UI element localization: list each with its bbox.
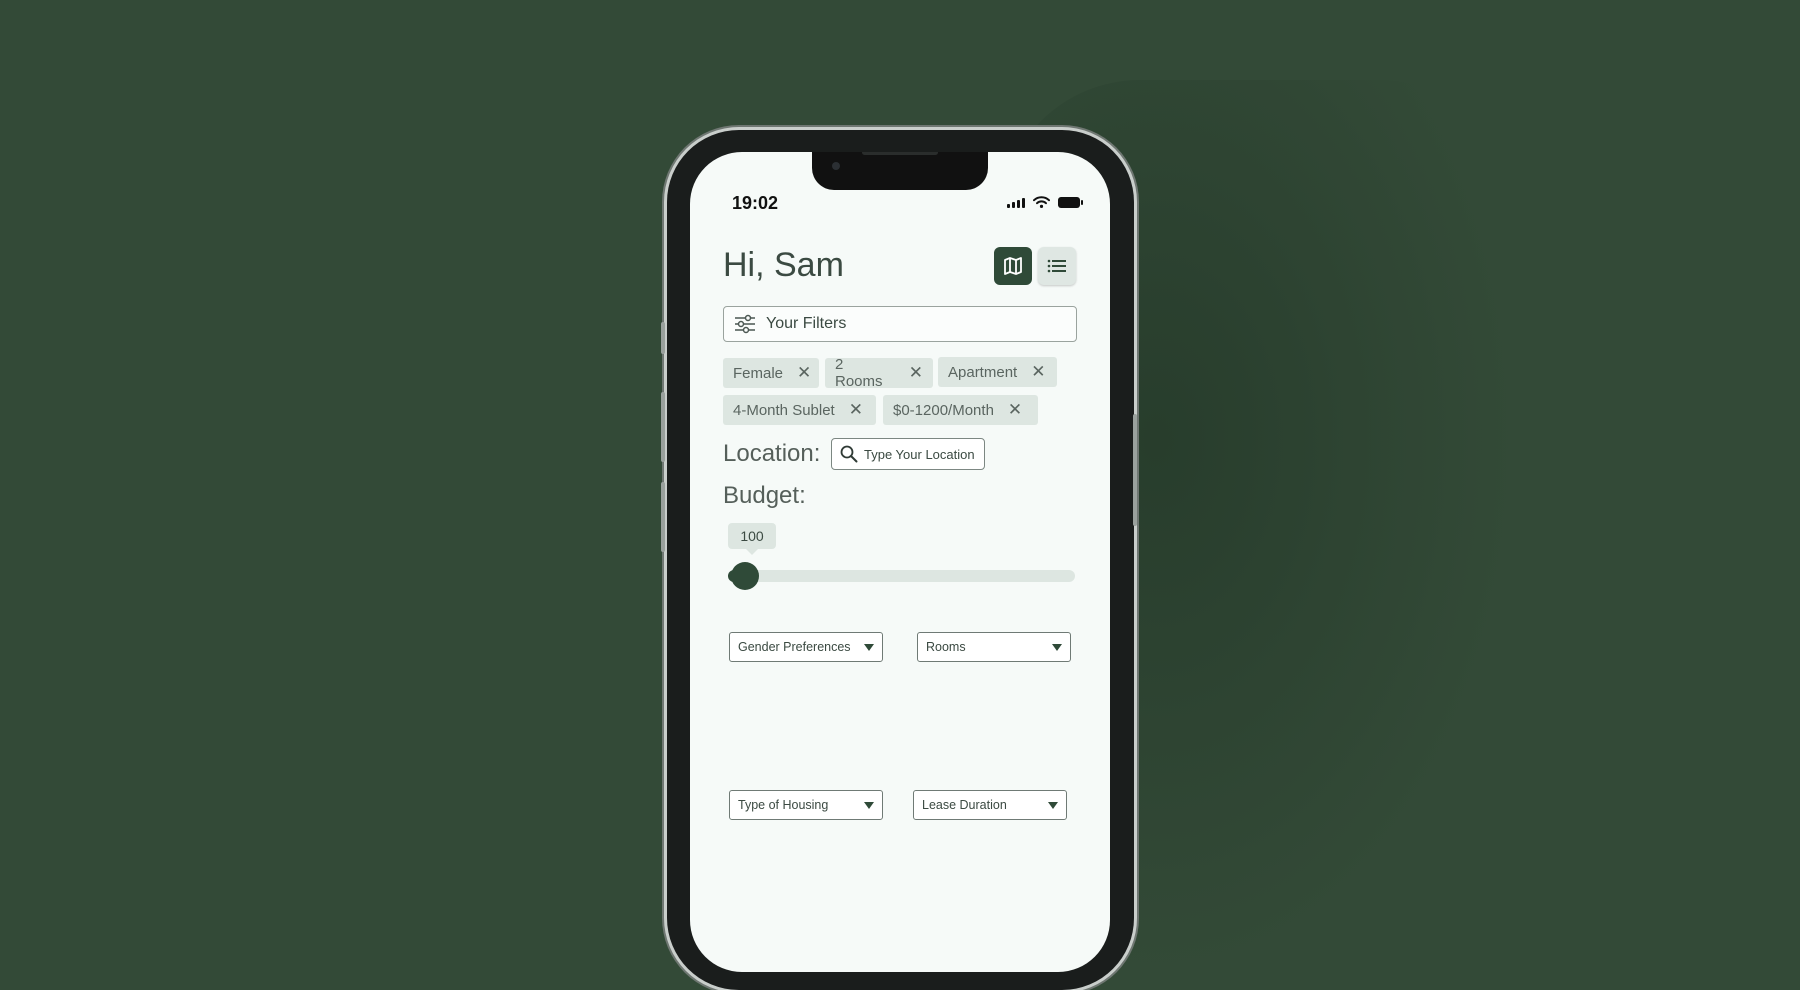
- filter-chip-female: Female ✕: [723, 358, 819, 388]
- chip-label: Apartment: [948, 363, 1018, 381]
- side-button-silent: [661, 322, 665, 354]
- chip-label: 2 Rooms: [835, 356, 883, 390]
- dropdown-label: Type of Housing: [738, 798, 829, 812]
- phone-screen: 19:02 Hi, Sam Your Filters Female ✕ 2 Ro…: [690, 152, 1110, 972]
- filter-chip-rooms: 2 Rooms ✕: [825, 356, 933, 390]
- map-view-button[interactable]: [994, 247, 1032, 285]
- greeting-title: Hi, Sam: [723, 246, 844, 284]
- gender-preferences-dropdown[interactable]: Gender Preferences: [729, 632, 883, 662]
- side-button-power: [1133, 414, 1137, 526]
- list-view-button[interactable]: [1038, 247, 1076, 285]
- location-label: Location:: [723, 440, 821, 467]
- dropdown-label: Gender Preferences: [738, 640, 851, 654]
- battery-icon: [1058, 197, 1083, 208]
- caret-down-icon: [864, 801, 874, 809]
- list-icon: [1047, 259, 1066, 273]
- dropdown-label: Lease Duration: [922, 798, 1007, 812]
- status-time: 19:02: [732, 193, 779, 213]
- side-button-volume-down: [661, 482, 665, 552]
- caret-down-icon: [864, 643, 874, 651]
- wifi-icon: [1033, 196, 1050, 208]
- close-icon[interactable]: ✕: [1031, 362, 1045, 382]
- chip-label: $0-1200/Month: [893, 401, 994, 419]
- chip-label: 4-Month Sublet: [733, 401, 835, 419]
- budget-slider-track[interactable]: [728, 570, 1075, 582]
- lease-duration-dropdown[interactable]: Lease Duration: [913, 790, 1067, 820]
- search-icon: [840, 445, 858, 463]
- speaker: [862, 152, 938, 155]
- rooms-dropdown[interactable]: Rooms: [917, 632, 1071, 662]
- filter-chip-apartment: Apartment ✕: [938, 357, 1057, 387]
- sliders-icon: [734, 314, 756, 334]
- chip-label: Female: [733, 364, 784, 382]
- status-icons: [1007, 196, 1083, 208]
- budget-value-tooltip: 100: [728, 523, 776, 555]
- location-search-field[interactable]: [831, 438, 985, 470]
- type-of-housing-dropdown[interactable]: Type of Housing: [729, 790, 883, 820]
- budget-slider-thumb[interactable]: [731, 562, 759, 590]
- your-filters-label: Your Filters: [766, 315, 847, 332]
- close-icon[interactable]: ✕: [909, 363, 923, 383]
- map-icon: [1004, 257, 1022, 275]
- caret-down-icon: [1048, 801, 1058, 809]
- notch: [812, 152, 988, 190]
- side-button-volume-up: [661, 392, 665, 462]
- budget-label: Budget:: [723, 482, 806, 509]
- close-icon[interactable]: ✕: [1008, 400, 1022, 420]
- location-search-input[interactable]: [864, 446, 982, 462]
- filter-chip-lease: 4-Month Sublet ✕: [723, 395, 876, 425]
- camera-icon: [832, 162, 840, 170]
- filter-chip-budget: $0-1200/Month ✕: [883, 395, 1038, 425]
- close-icon[interactable]: ✕: [849, 400, 863, 420]
- your-filters-button[interactable]: Your Filters: [723, 306, 1077, 342]
- dropdown-label: Rooms: [926, 640, 966, 654]
- close-icon[interactable]: ✕: [797, 363, 811, 383]
- caret-down-icon: [1052, 643, 1062, 651]
- signal-icon: [1007, 198, 1025, 208]
